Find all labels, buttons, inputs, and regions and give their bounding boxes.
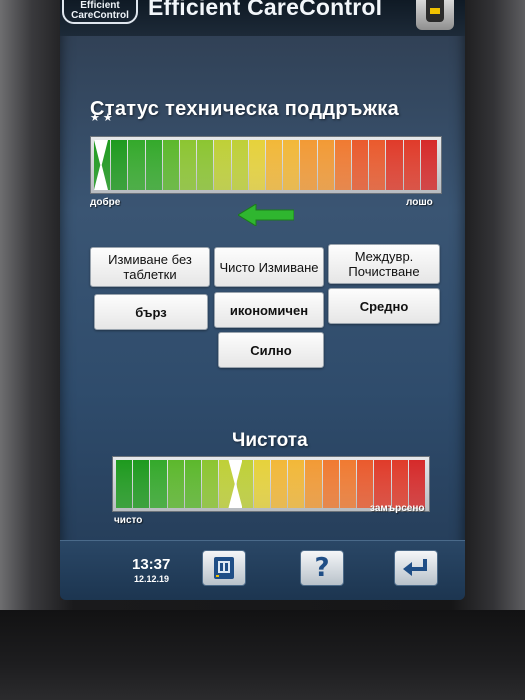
clean-wash-button[interactable]: Чисто Измиване	[214, 247, 324, 287]
maintenance-meter-segment	[334, 140, 352, 190]
maintenance-meter-segment	[386, 140, 403, 190]
maintenance-status-title: Статус техническа поддръжка	[90, 98, 400, 120]
app-title: Efficient CareControl	[148, 0, 383, 20]
maintenance-meter-segment	[145, 140, 162, 190]
appliance-icon-body	[426, 0, 444, 22]
cleanliness-meter-segment	[305, 460, 322, 508]
back-button[interactable]	[394, 550, 438, 586]
mode-medium-button[interactable]: Средно	[328, 288, 440, 324]
mode-economic-button[interactable]: икономичен	[214, 292, 324, 328]
oven-button[interactable]	[202, 550, 246, 586]
cleanliness-meter-segment	[116, 460, 133, 508]
mode-strong-button[interactable]: Силно	[218, 332, 324, 368]
wash-without-tablets-button[interactable]: Измиване без таблетки	[90, 247, 210, 287]
maintenance-meter-segment	[352, 140, 369, 190]
maintenance-meter-segment	[111, 140, 128, 190]
help-button[interactable]: ?	[300, 550, 344, 586]
maintenance-meter-segment	[403, 140, 420, 190]
cleanliness-meter-segment	[253, 460, 270, 508]
maintenance-meter-segment	[180, 140, 197, 190]
cleanliness-meter-segment	[391, 460, 408, 508]
cleanliness-meter-segment	[288, 460, 305, 508]
cleanliness-meter-segment	[167, 460, 184, 508]
oven-icon	[214, 557, 234, 579]
maintenance-meter-segment	[214, 140, 231, 190]
maintenance-meter-segment	[317, 140, 334, 190]
appliance-icon[interactable]	[416, 0, 454, 30]
cleanliness-meter-segment	[374, 460, 391, 508]
maintenance-meter	[90, 136, 442, 194]
cleanliness-meter-segment	[150, 460, 167, 508]
cleanliness-title: Чистота	[232, 430, 308, 451]
maintenance-meter-segment	[162, 140, 180, 190]
maintenance-meter-segment	[369, 140, 386, 190]
cleanliness-meter-segment	[133, 460, 150, 508]
question-icon: ?	[314, 553, 330, 583]
brand-logo: Efficient CareControl	[62, 0, 138, 24]
clock-time: 13:37	[132, 556, 171, 573]
maintenance-meter-segment	[197, 140, 214, 190]
intermediate-cleaning-button[interactable]: Междувр. Почистване	[328, 244, 440, 284]
clock-date: 12.12.19	[134, 574, 170, 584]
maintenance-meter-segment	[266, 140, 283, 190]
maintenance-meter-segment	[128, 140, 145, 190]
maintenance-meter-segment	[248, 140, 266, 190]
star-icons: ★ ★	[90, 112, 113, 124]
touch-screen: Efficient CareControl Efficient CareCont…	[60, 0, 465, 600]
cleanliness-meter-segment	[339, 460, 357, 508]
cleanliness-meter-segment	[184, 460, 202, 508]
device-bezel-bottom	[0, 610, 525, 700]
cleanliness-meter-segment	[202, 460, 219, 508]
cleanliness-meter-segment	[322, 460, 339, 508]
maintenance-meter-segment	[283, 140, 300, 190]
mode-fast-button[interactable]: бърз	[94, 294, 208, 330]
return-icon	[403, 559, 427, 576]
maintenance-meter-segment	[231, 140, 248, 190]
maintenance-meter-segment	[420, 140, 438, 190]
cleanliness-label-clean: чисто	[114, 515, 143, 526]
header-bar: Efficient CareControl Efficient CareCont…	[60, 0, 465, 36]
arrow-left-icon	[238, 204, 294, 226]
logo-line-2: CareControl	[71, 10, 129, 21]
cleanliness-label-dirty: замърсено	[370, 503, 425, 514]
cleanliness-meter-segment	[408, 460, 425, 508]
maintenance-label-good: добре	[90, 197, 121, 208]
cleanliness-meter-segment	[270, 460, 288, 508]
maintenance-meter-segment	[300, 140, 317, 190]
cleanliness-meter-segment	[357, 460, 374, 508]
maintenance-label-bad: лошо	[406, 197, 433, 208]
